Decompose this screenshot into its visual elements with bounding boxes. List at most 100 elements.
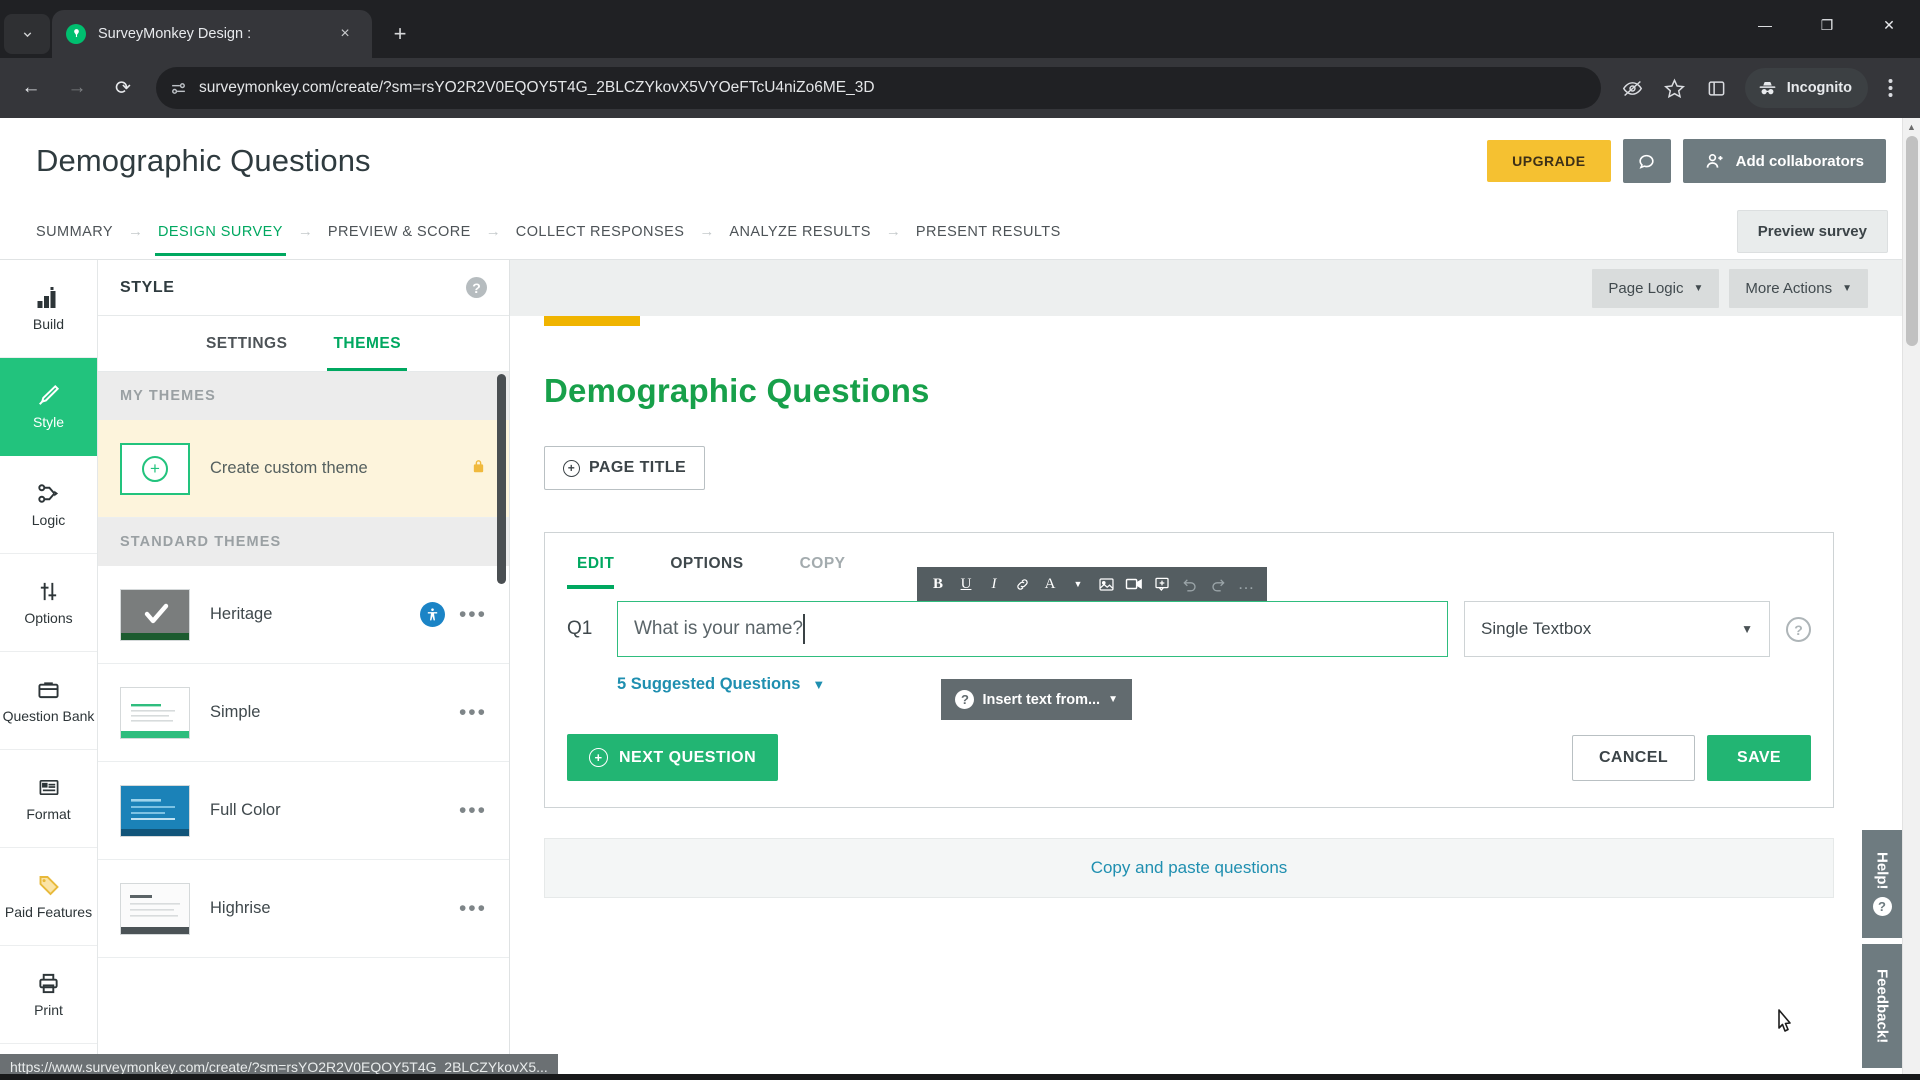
tab-options[interactable]: OPTIONS [660,533,753,589]
preview-survey-button[interactable]: Preview survey [1736,210,1888,253]
nav-analyze-results[interactable]: ANALYZE RESULTS [729,207,871,256]
nav-summary[interactable]: SUMMARY [36,207,113,256]
maximize-button[interactable]: ❐ [1796,0,1858,50]
question-help-icon[interactable]: ? [1786,617,1811,642]
more-actions-label: More Actions [1745,279,1833,297]
caret-down-icon: ▼ [1741,622,1753,636]
suggested-questions-link[interactable]: 5 Suggested Questions ▼ [617,675,1833,694]
underline-icon[interactable]: U [953,569,979,599]
feedback-tab[interactable]: Feedback! [1862,944,1902,1068]
reload-icon[interactable]: ⟳ [102,67,144,109]
help-tab[interactable]: Help! ? [1862,830,1902,938]
create-custom-theme-row[interactable]: + Create custom theme [98,420,509,518]
sidebar-item-paid-features[interactable]: Paid Features [0,848,97,946]
nav-collect-responses[interactable]: COLLECT RESPONSES [516,207,685,256]
tab-edit[interactable]: EDIT [567,533,624,589]
star-icon[interactable] [1655,68,1695,108]
tab-copy[interactable]: COPY [790,533,856,589]
browser-tab[interactable]: SurveyMonkey Design : × [52,10,372,58]
more-actions-dropdown[interactable]: More Actions ▼ [1729,268,1868,308]
sidebar-item-options[interactable]: Options [0,554,97,652]
tab-strip: SurveyMonkey Design : × + — ❐ ✕ [0,0,1920,58]
insert-media-icon[interactable] [1149,569,1175,599]
copy-paste-questions-link[interactable]: Copy and paste questions [544,838,1834,898]
left-rail: Build Style Logic Options Question Bank … [0,260,98,1080]
theme-row-heritage[interactable]: Heritage ••• [98,566,509,664]
caret-down-icon: ▼ [812,677,826,692]
page-logic-dropdown[interactable]: Page Logic ▼ [1592,268,1720,308]
redo-icon[interactable] [1205,569,1231,599]
new-tab-icon[interactable]: + [382,16,418,52]
cancel-button[interactable]: CANCEL [1571,734,1696,781]
address-bar[interactable]: surveymonkey.com/create/?sm=rsYO2R2V0EQO… [156,67,1601,109]
page-scrollbar-thumb[interactable] [1906,136,1918,346]
theme-row-highrise[interactable]: Highrise ••• [98,860,509,958]
theme-row-full-color[interactable]: Full Color ••• [98,762,509,860]
ellipsis-icon[interactable]: ••• [459,604,487,625]
theme-thumbnail [120,784,190,837]
save-cancel-group: CANCEL SAVE [1571,734,1811,781]
more-options-icon[interactable]: … [1233,569,1259,599]
accessibility-icon[interactable] [419,602,445,627]
bold-icon[interactable]: B [925,569,951,599]
ellipsis-icon[interactable]: ••• [459,898,487,919]
close-window-button[interactable]: ✕ [1858,0,1920,50]
theme-row-actions: ••• [459,800,487,821]
caret-down-icon: ▼ [1693,282,1704,294]
caret-down-icon: ▼ [1108,694,1118,705]
sidebar-item-format[interactable]: Format [0,750,97,848]
speech-bubble-icon[interactable] [1622,139,1671,183]
style-panel-title: STYLE [120,278,175,296]
standard-themes-heading: STANDARD THEMES [98,518,509,566]
ellipsis-icon[interactable]: ••• [459,800,487,821]
theme-thumbnail [120,588,190,641]
eye-slash-icon[interactable] [1613,68,1653,108]
taskbar-strip [0,1074,1920,1080]
scroll-up-arrow-icon[interactable]: ▲ [1903,118,1920,136]
forward-icon[interactable]: → [56,67,98,109]
question-type-dropdown[interactable]: Single Textbox ▼ [1464,601,1770,657]
nav-preview-score[interactable]: PREVIEW & SCORE [328,207,471,256]
insert-image-icon[interactable] [1093,569,1119,599]
upgrade-button[interactable]: UPGRADE [1487,140,1611,182]
question-input-wrap: B U I A ▼ … What is your name? ? Insert … [617,567,1448,720]
tab-search-icon[interactable] [4,14,50,54]
panel-scrollbar[interactable] [497,374,506,1080]
close-tab-icon[interactable]: × [332,25,358,43]
sidebar-item-question-bank[interactable]: Question Bank [0,652,97,750]
nav-design-survey[interactable]: DESIGN SURVEY [155,207,286,256]
page-scrollbar[interactable]: ▲ [1902,118,1920,1080]
sidebar-item-print[interactable]: Print [0,946,97,1044]
question-card-actions: + NEXT QUESTION CANCEL SAVE [545,708,1833,807]
minimize-button[interactable]: — [1734,0,1796,50]
add-page-title-button[interactable]: + PAGE TITLE [544,446,706,490]
add-collaborators-button[interactable]: Add collaborators [1682,139,1886,183]
sidebar-item-style[interactable]: Style [0,358,97,456]
question-text-input[interactable] [617,601,1448,657]
sidebar-item-logic[interactable]: Logic [0,456,97,554]
insert-text-from-button[interactable]: ? Insert text from... ▼ [941,679,1132,720]
my-themes-heading: MY THEMES [98,372,509,420]
panel-scrollbar-thumb[interactable] [497,374,506,584]
undo-icon[interactable] [1177,569,1203,599]
site-settings-icon[interactable] [170,80,187,97]
sidebar-item-build[interactable]: Build [0,260,97,358]
nav-present-results[interactable]: PRESENT RESULTS [916,207,1061,256]
ellipsis-icon[interactable]: ••• [459,702,487,723]
italic-icon[interactable]: I [981,569,1007,599]
incognito-indicator[interactable]: Incognito [1744,68,1868,108]
link-icon[interactable] [1009,569,1035,599]
next-question-button[interactable]: + NEXT QUESTION [567,734,779,781]
three-dots-vertical-icon[interactable] [1870,68,1910,108]
theme-row-actions: ••• [459,702,487,723]
back-icon[interactable]: ← [10,67,52,109]
tab-themes[interactable]: THEMES [327,316,407,371]
question-mark-icon[interactable]: ? [466,277,487,298]
theme-row-simple[interactable]: Simple ••• [98,664,509,762]
tab-settings[interactable]: SETTINGS [206,316,288,371]
side-panel-icon[interactable] [1697,68,1737,108]
color-caret-icon[interactable]: ▼ [1065,569,1091,599]
insert-video-icon[interactable] [1121,569,1147,599]
save-button[interactable]: SAVE [1707,734,1811,781]
text-color-icon[interactable]: A [1037,569,1063,599]
